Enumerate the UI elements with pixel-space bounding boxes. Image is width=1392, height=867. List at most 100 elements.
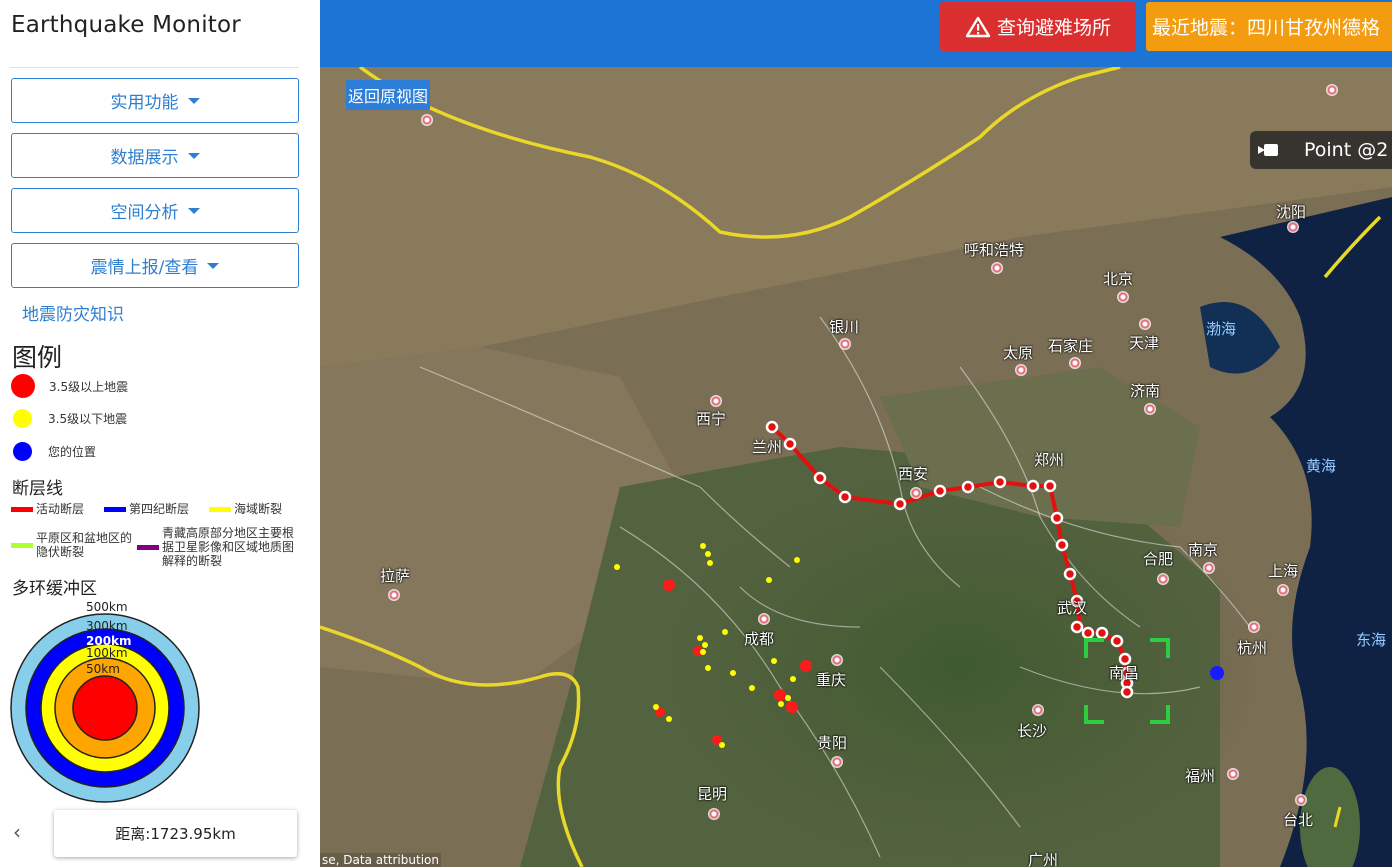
top-bar: 查询避难场所 最近地震：四川甘孜州德格 [320,0,1392,67]
menu-spatial-analysis-label: 空间分析 [110,203,179,223]
menu-report-label: 震情上报/查看 [90,258,199,278]
city-label: 武汉 [1057,599,1088,617]
city-label: 昆明 [697,785,728,803]
city-label: 长沙 [1017,722,1048,740]
sea-label: 黄海 [1306,457,1337,475]
city-marker-icon [758,613,770,625]
buffer-ring-50 [72,675,138,741]
disaster-knowledge-link[interactable]: 地震防灾知识 [22,300,124,325]
city-marker-icon [1295,794,1307,806]
purple-line-icon [137,544,159,550]
city-label: 广州 [1028,851,1059,867]
city-label: 天津 [1129,334,1160,352]
city-marker-icon [708,808,720,820]
your-location-marker [1210,666,1224,680]
legend-item-your-location: 您的位置 [11,439,96,463]
legend-item-minor-quake: 3.5级以下地震 [11,406,127,430]
fault-item-sea: 海域断裂 [209,502,282,516]
city-label: 郑州 [1034,451,1065,469]
city-marker-icon [710,395,722,407]
city-label: 拉萨 [380,567,411,585]
red-line-icon [11,506,33,512]
title-divider [10,67,299,68]
blue-line-icon [104,506,126,512]
buffer-section-title: 多环缓冲区 [12,579,97,599]
city-marker-icon [1015,364,1027,376]
recent-quake-badge[interactable]: 最近地震：四川甘孜州德格 [1146,2,1392,51]
city-label: 南昌 [1109,664,1140,682]
menu-data-display-button[interactable]: 数据展示 [11,133,299,178]
city-label: 重庆 [816,671,847,689]
caret-down-icon [187,97,200,104]
buffer-rings-diagram: 500km 300km 200km 100km 50km [10,600,200,803]
city-label: 呼和浩特 [964,241,1025,259]
city-marker-icon [1287,221,1299,233]
green-line-icon [11,542,33,548]
city-marker-icon [1227,768,1239,780]
shelter-query-button[interactable]: 查询避难场所 [940,2,1136,51]
city-label: 南京 [1188,541,1219,559]
fault-item-buried: 平原区和盆地区的隐伏断裂 [11,531,139,559]
menu-utilities-label: 实用功能 [110,93,179,113]
distance-readout: 距离:1723.95km [54,810,297,857]
fault-item-active: 活动断层 [11,502,84,516]
map-view[interactable]: 返回原视图 Point @2 se, Data attribution 呼和浩特… [320,67,1392,867]
city-marker-icon [831,654,843,666]
city-marker-icon [1032,704,1044,716]
yellow-dot-icon [13,408,32,428]
ring-label-100: 100km [86,646,128,660]
city-label: 北京 [1103,270,1134,288]
city-label: 石家庄 [1048,337,1094,355]
fault-item-quaternary: 第四纪断层 [104,502,189,516]
city-label: 银川 [829,318,860,336]
city-label: 贵阳 [817,734,848,752]
city-label: 太原 [1003,344,1034,362]
satellite-basemap [320,67,1392,867]
fault-section-title: 断层线 [12,479,63,499]
fault-label: 青藏高原部分地区主要根据卫星影像和区域地质图解释的断裂 [162,526,295,568]
city-marker-icon [1157,573,1169,585]
city-label: 福州 [1185,767,1216,785]
city-marker-icon [910,487,922,499]
caret-down-icon [187,207,200,214]
ring-label-50: 50km [86,662,120,676]
city-marker-icon [1069,357,1081,369]
city-label: 西安 [898,465,929,483]
city-label: 杭州 [1237,639,1268,657]
blue-dot-icon [13,441,32,461]
legend-label: 3.5级以上地震 [49,379,129,394]
city-label: 成都 [744,630,775,648]
city-label: 兰州 [752,438,783,456]
video-camera-icon [1258,144,1278,156]
city-marker-icon [1144,403,1156,415]
reset-view-button[interactable]: 返回原视图 [346,80,431,110]
city-marker-icon [991,262,1003,274]
city-marker-icon [1248,621,1260,633]
red-dot-icon [11,374,35,398]
city-label: 西宁 [696,410,727,428]
menu-spatial-analysis-button[interactable]: 空间分析 [11,188,299,233]
legend-label: 3.5级以下地震 [48,411,128,426]
yellow-line-icon [209,506,231,512]
point-tooltip: Point @2 [1250,131,1392,169]
shelter-query-label: 查询避难场所 [996,17,1111,39]
caret-down-icon [187,152,200,159]
fault-label: 第四纪断层 [129,502,190,516]
sea-label: 渤海 [1206,320,1237,338]
fault-label: 活动断层 [36,502,85,516]
sidebar: Earthquake Monitor 实用功能 数据展示 空间分析 震情上报/查… [0,0,320,867]
city-label: 沈阳 [1276,203,1307,221]
fault-label: 海域断裂 [234,502,283,516]
city-label: 上海 [1268,562,1299,580]
city-marker-icon [1277,584,1289,596]
collapse-chevron-icon[interactable]: ‹ [13,820,21,844]
city-marker-icon [839,338,851,350]
city-marker-icon [388,589,400,601]
fault-label: 平原区和盆地区的隐伏断裂 [36,531,133,559]
app-title: Earthquake Monitor [11,12,241,38]
city-marker-icon [1139,318,1151,330]
sea-label: 东海 [1356,631,1387,649]
ring-label-500: 500km [86,600,128,614]
menu-report-button[interactable]: 震情上报/查看 [11,243,299,288]
menu-utilities-button[interactable]: 实用功能 [11,78,299,123]
